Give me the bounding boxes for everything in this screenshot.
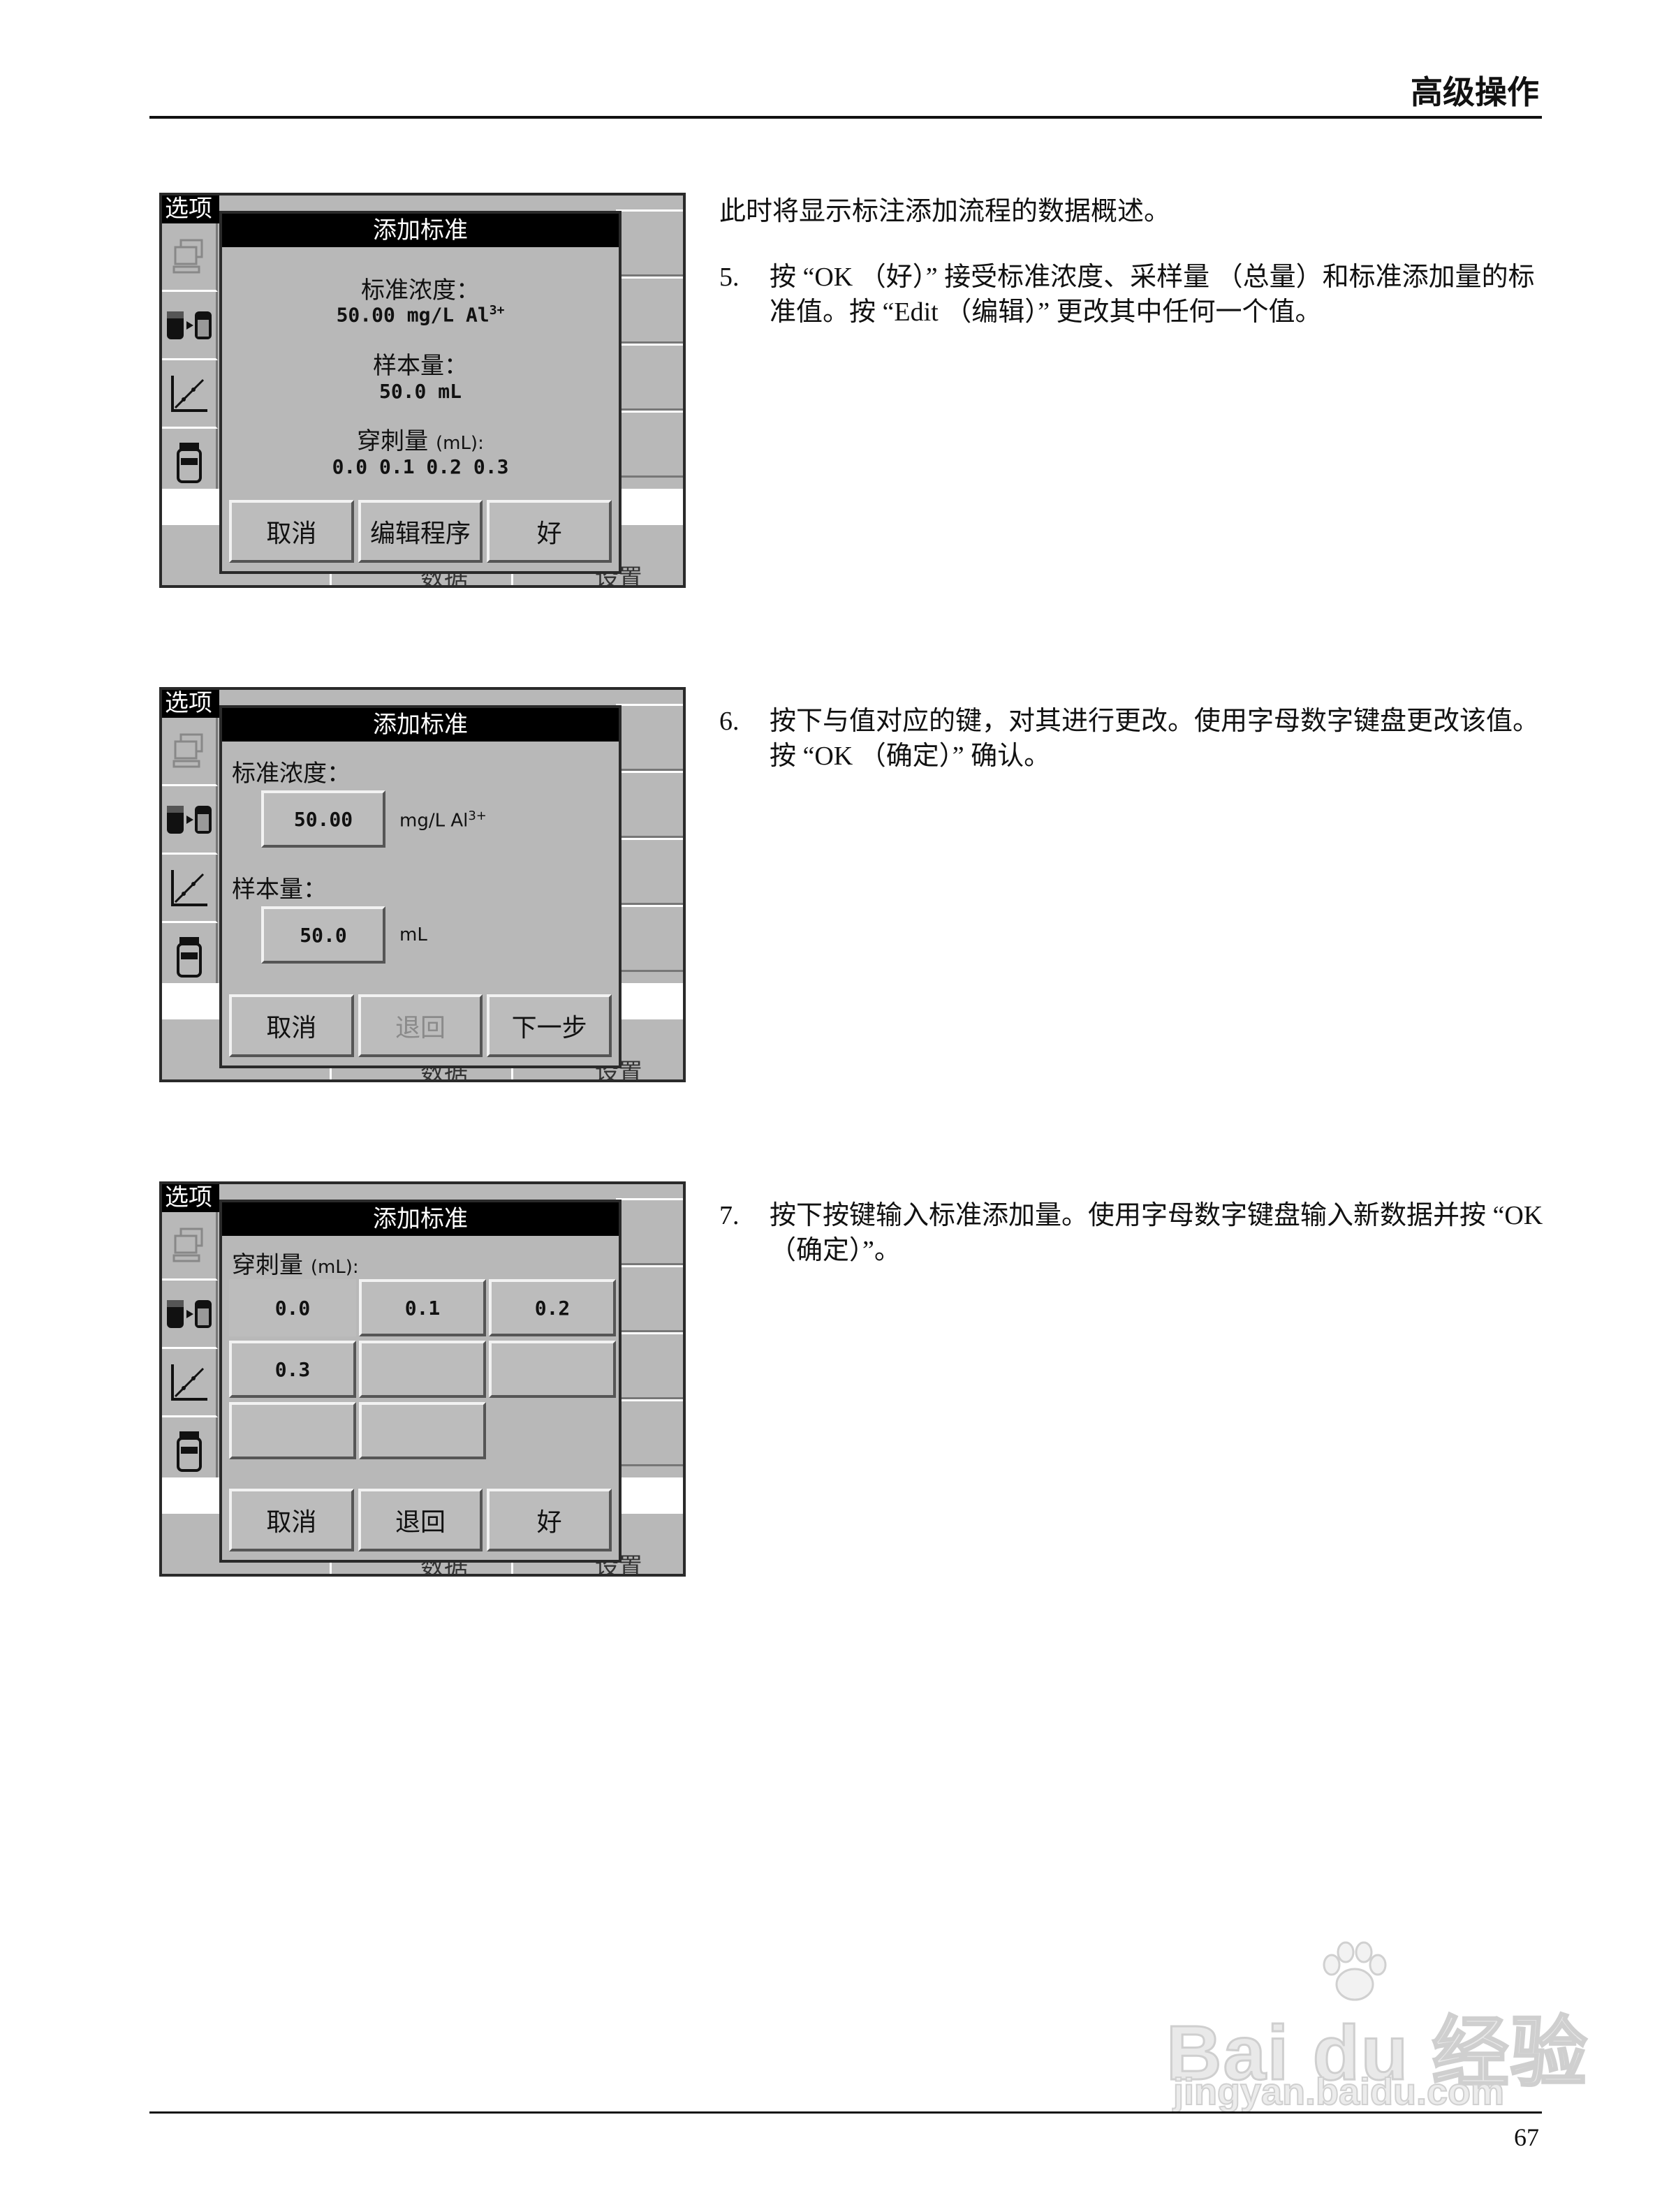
side-button[interactable] xyxy=(616,704,683,771)
step-7: 7. 按下按键输入标准添加量。使用字母数字键盘输入新数据并按 “OK （确定）”… xyxy=(719,1198,1543,1268)
options-label[interactable]: 选项 xyxy=(162,1184,219,1212)
dialog-edit: 标准浓度： 50.00 mg/L Al3+ 样本量： 50.0 mL xyxy=(222,742,619,1028)
screen-spike-volumes: 选项 数据 设置 添加标准 穿刺量 (mL): 0.0 0.1 0.2 0.3 … xyxy=(159,1181,686,1577)
bottle-icon[interactable] xyxy=(162,429,218,497)
spike-cell[interactable]: 0.3 xyxy=(229,1341,356,1398)
calibration-curve-icon[interactable] xyxy=(162,855,218,923)
sample-vol-unit: mL xyxy=(399,924,427,945)
side-icon-column xyxy=(162,223,218,524)
bottle-icon[interactable] xyxy=(162,923,218,991)
step-text: 按 “OK （好）” 接受标准浓度、采样量 （总量）和标准添加量的标准值。按 “… xyxy=(770,263,1535,327)
ok-button[interactable]: 好 xyxy=(487,500,612,563)
spike-cell[interactable]: 0.2 xyxy=(489,1279,616,1336)
spike-values: 0.0 0.1 0.2 0.3 xyxy=(332,455,509,478)
sample-arrow-icon[interactable] xyxy=(162,292,218,360)
footer-rule xyxy=(149,2111,1542,2114)
step-text: 按下与值对应的键，对其进行更改。使用字母数字键盘更改该值。按 “OK （确定）”… xyxy=(770,707,1540,771)
screen-summary: 选项 数据 设置 添加标准 标准浓度： 50.00 mg/L Al3+ 样本量： xyxy=(159,193,686,588)
dialog-title: 添加标准 xyxy=(222,708,619,742)
spike-cell[interactable]: 0.0 xyxy=(229,1279,356,1336)
intro-paragraph: 此时将显示标注添加流程的数据概述。 xyxy=(719,197,1171,226)
back-button[interactable]: 退回 xyxy=(358,1489,483,1551)
add-standard-dialog: 添加标准 标准浓度： 50.00 mg/L Al3+ 样本量： 50.0 mL … xyxy=(219,211,622,574)
side-button-column xyxy=(616,209,683,478)
options-label[interactable]: 选项 xyxy=(162,690,219,718)
pc-icon[interactable] xyxy=(162,1212,218,1281)
dialog-title: 添加标准 xyxy=(222,214,619,247)
side-button[interactable] xyxy=(616,1332,683,1399)
sample-vol-label: 样本量： xyxy=(232,876,327,904)
cancel-button[interactable]: 取消 xyxy=(229,500,354,563)
back-button[interactable]: 退回 xyxy=(358,994,483,1057)
cancel-button[interactable]: 取消 xyxy=(229,994,354,1057)
sample-arrow-icon[interactable] xyxy=(162,1281,218,1349)
side-icon-column xyxy=(162,1212,218,1512)
add-standard-dialog: 添加标准 标准浓度： 50.00 mg/L Al3+ 样本量： 50.0 mL … xyxy=(219,705,622,1068)
step-6: 6. 按下与值对应的键，对其进行更改。使用字母数字键盘更改该值。按 “OK （确… xyxy=(719,704,1543,774)
page-header-title: 高级操作 xyxy=(1411,73,1539,111)
cancel-button[interactable]: 取消 xyxy=(229,1489,354,1551)
std-conc-value: 50.00 mg/L Al3+ xyxy=(336,303,505,327)
side-button[interactable] xyxy=(616,209,683,276)
side-button[interactable] xyxy=(616,1198,683,1265)
dialog-title: 添加标准 xyxy=(222,1202,619,1236)
step-number: 7. xyxy=(719,1201,740,1230)
std-conc-label: 标准浓度： xyxy=(361,276,480,304)
side-button[interactable] xyxy=(616,344,683,411)
watermark-site: jingyan.baidu.com xyxy=(1172,2070,1505,2114)
side-button-column xyxy=(616,1198,683,1466)
side-icon-column xyxy=(162,718,218,1018)
sample-vol-label: 样本量： xyxy=(373,352,468,380)
options-label[interactable]: 选项 xyxy=(162,196,219,223)
edit-button[interactable]: 编辑程序 xyxy=(358,500,483,563)
dialog-spike-grid: 穿刺量 (mL): 0.0 0.1 0.2 0.3 xyxy=(222,1236,619,1522)
dialog-button-row: 取消 编辑程序 好 xyxy=(229,500,612,563)
add-standard-dialog: 添加标准 穿刺量 (mL): 0.0 0.1 0.2 0.3 取消 退回 好 xyxy=(219,1200,622,1563)
spike-cell[interactable]: 0.1 xyxy=(359,1279,486,1336)
side-button[interactable] xyxy=(616,276,683,344)
spike-label: 穿刺量 (mL): xyxy=(357,427,484,455)
spike-cell[interactable] xyxy=(489,1341,616,1398)
std-conc-unit: mg/L Al3+ xyxy=(399,809,487,832)
spike-cell[interactable] xyxy=(359,1402,486,1459)
spike-label: 穿刺量 (mL): xyxy=(232,1251,359,1279)
header-rule xyxy=(149,116,1542,119)
page-number: 67 xyxy=(1514,2123,1539,2151)
step-number: 5. xyxy=(719,263,740,292)
spike-cell[interactable] xyxy=(229,1402,356,1459)
dialog-summary: 标准浓度： 50.00 mg/L Al3+ 样本量： 50.0 mL 穿刺量 (… xyxy=(222,247,619,533)
calibration-curve-icon[interactable] xyxy=(162,360,218,429)
std-conc-label: 标准浓度： xyxy=(232,760,351,788)
dialog-button-row: 取消 退回 好 xyxy=(229,1489,612,1551)
baidu-watermark: Bai du 经验 jingyan.baidu.com xyxy=(1165,1941,1588,2114)
pc-icon[interactable] xyxy=(162,718,218,786)
screen-edit-values: 选项 数据 设置 添加标准 标准浓度： 50.00 mg/L Al3+ 样本量： xyxy=(159,687,686,1082)
bottle-icon[interactable] xyxy=(162,1417,218,1486)
side-button[interactable] xyxy=(616,1265,683,1332)
std-conc-field[interactable]: 50.00 xyxy=(261,790,385,848)
side-button[interactable] xyxy=(616,1399,683,1466)
sample-vol-field[interactable]: 50.0 xyxy=(261,906,385,964)
side-button-column xyxy=(616,704,683,972)
calibration-curve-icon[interactable] xyxy=(162,1349,218,1417)
dialog-button-row: 取消 退回 下一步 xyxy=(229,994,612,1057)
side-button[interactable] xyxy=(616,411,683,478)
side-button[interactable] xyxy=(616,838,683,905)
sample-vol-value: 50.0 mL xyxy=(378,380,462,403)
sample-arrow-icon[interactable] xyxy=(162,786,218,855)
step-5: 5. 按 “OK （好）” 接受标准浓度、采样量 （总量）和标准添加量的标准值。… xyxy=(719,260,1543,330)
side-button[interactable] xyxy=(616,905,683,972)
ok-button[interactable]: 好 xyxy=(487,1489,612,1551)
pc-icon[interactable] xyxy=(162,223,218,292)
spike-cell[interactable] xyxy=(359,1341,486,1398)
step-number: 6. xyxy=(719,707,740,736)
next-button[interactable]: 下一步 xyxy=(487,994,612,1057)
side-button[interactable] xyxy=(616,771,683,838)
step-text: 按下按键输入标准添加量。使用字母数字键盘输入新数据并按 “OK （确定）”。 xyxy=(770,1201,1543,1265)
